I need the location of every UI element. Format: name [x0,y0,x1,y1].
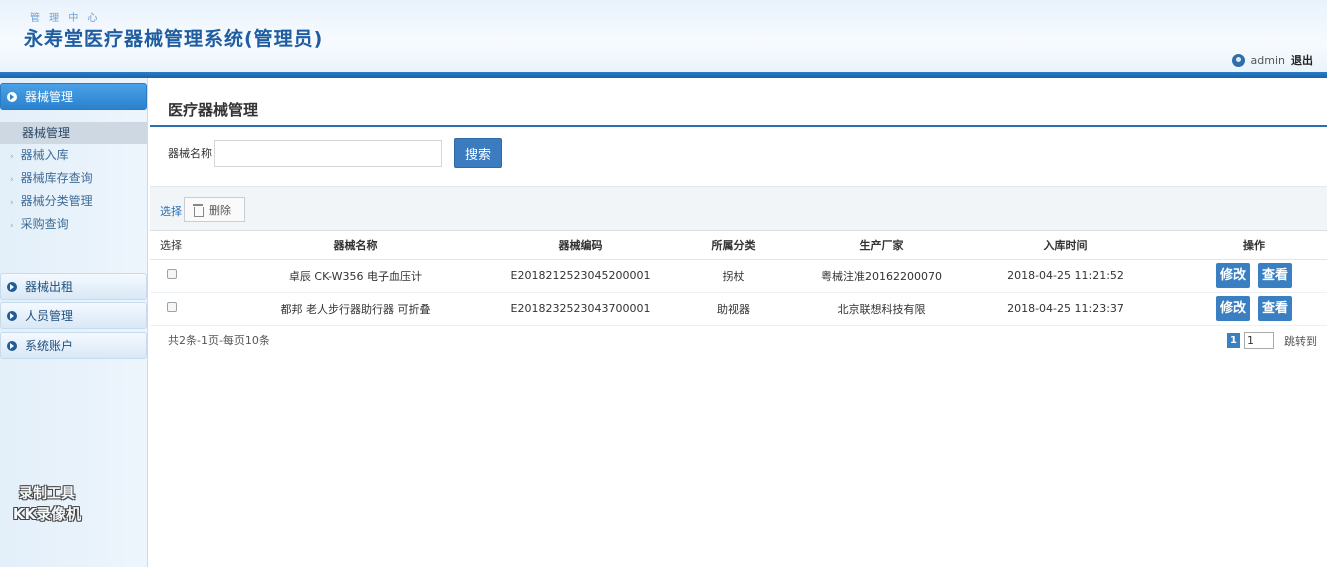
table-row: 都邦 老人步行器助行器 可折叠 E2018232523043700001 助视器… [150,292,1327,326]
sidebar-item-stock-in[interactable]: › 器械入库 [0,144,147,167]
app-title: 永寿堂医疗器械管理系统(管理员) [24,28,324,50]
page-jump-input[interactable]: 1 [1244,332,1274,349]
title-divider [150,125,1327,127]
bullet-icon: › [10,198,14,208]
sidebar-group-label: 人员管理 [25,309,74,323]
sidebar-group-label: 器械管理 [25,90,74,104]
select-link[interactable]: 选择 [160,203,182,219]
edit-button[interactable]: 修改 [1216,263,1250,288]
row-checkbox[interactable] [167,269,177,279]
cell-maker: 粤械注准20162200070 [813,259,950,293]
cell-code: E2018232523043700001 [507,292,654,326]
sidebar-group-label: 系统账户 [25,339,74,353]
sidebar-item-purchase-query[interactable]: › 采购查询 [0,213,147,236]
sidebar-group-equipment[interactable]: 器械管理 [0,83,147,110]
recorder-watermark: 录制工具 KK录像机 [2,484,92,524]
app-header: 管 理 中 心 永寿堂医疗器械管理系统(管理员) admin 退出 [0,0,1327,72]
cell-category: 拐杖 [654,259,813,293]
sidebar-submenu-head[interactable]: 器械管理 [0,122,147,144]
user-name: admin [1250,53,1285,67]
sidebar-item-label: 器械库存查询 [20,171,93,185]
view-button[interactable]: 查看 [1258,296,1292,321]
logout-link[interactable]: 退出 [1291,52,1313,68]
column-header-maker: 生产厂家 [813,232,950,260]
page-number-button[interactable]: 1 [1227,333,1240,348]
watermark-line: KK录像机 [12,505,82,523]
watermark-line: 录制工具 [19,486,75,502]
cell-name: 卓辰 CK-W356 电子血压计 [204,259,507,293]
table-row: 卓辰 CK-W356 电子血压计 E2018212523045200001 拐杖… [150,259,1327,293]
table-toolbar: 选择 删除 [150,186,1327,231]
search-row: 器械名称 搜索 [168,138,502,168]
page-jump-link[interactable]: 跳转到 [1284,333,1317,349]
column-header-actions: 操作 [1181,232,1327,260]
search-input[interactable] [214,139,442,167]
sidebar-group-rental[interactable]: 器械出租 [0,273,147,300]
main-content: 医疗器械管理 器械名称 搜索 选择 删除 选择 器械名称 器械编码 所属分类 生… [150,78,1327,567]
arrow-circle-icon [7,91,17,102]
cell-name: 都邦 老人步行器助行器 可折叠 [204,292,507,326]
sidebar-item-label: 器械分类管理 [20,194,93,208]
view-button[interactable]: 查看 [1258,263,1292,288]
search-label: 器械名称 [168,147,212,160]
cell-time: 2018-04-25 11:21:52 [950,259,1181,293]
arrow-circle-icon [7,310,17,321]
arrow-circle-icon [7,281,17,292]
sidebar-group-staff[interactable]: 人员管理 [0,302,147,329]
cell-time: 2018-04-25 11:23:37 [950,292,1181,326]
row-checkbox[interactable] [167,302,177,312]
cell-actions: 修改 查看 [1181,292,1327,326]
column-header-name: 器械名称 [204,232,507,260]
header-subtitle: 管 理 中 心 [30,13,101,24]
column-header-time: 入库时间 [950,232,1181,260]
cell-category: 助视器 [654,292,813,326]
user-icon [1231,53,1245,67]
sidebar-item-label: 采购查询 [20,217,69,231]
column-header-select: 选择 [150,232,204,260]
search-button[interactable]: 搜索 [454,138,502,168]
column-header-category: 所属分类 [654,232,813,260]
cell-maker: 北京联想科技有限 [813,292,950,326]
bullet-icon: › [10,221,14,231]
pagination-info: 共2条-1页-每页10条 [168,334,270,347]
user-area: admin 退出 [1231,52,1313,68]
page-title: 医疗器械管理 [168,101,259,119]
column-header-code: 器械编码 [507,232,654,260]
equipment-table: 选择 器械名称 器械编码 所属分类 生产厂家 入库时间 操作 卓辰 CK-W35… [150,232,1327,326]
sidebar-item-label: 器械入库 [20,148,69,162]
edit-button[interactable]: 修改 [1216,296,1250,321]
cell-code: E2018212523045200001 [507,259,654,293]
sidebar-group-accounts[interactable]: 系统账户 [0,332,147,359]
sidebar-item-category-management[interactable]: › 器械分类管理 [0,190,147,213]
delete-button[interactable]: 删除 [184,197,245,222]
table-header-row: 选择 器械名称 器械编码 所属分类 生产厂家 入库时间 操作 [150,232,1327,260]
sidebar-submenu: 器械管理 › 器械入库 › 器械库存查询 › 器械分类管理 › 采购查询 [0,122,147,236]
delete-button-label: 删除 [209,203,231,217]
sidebar-item-inventory-query[interactable]: › 器械库存查询 [0,167,147,190]
bullet-icon: › [10,152,14,162]
bullet-icon: › [10,175,14,185]
trash-icon [193,203,204,217]
sidebar-group-label: 器械出租 [25,280,74,294]
pagination: 1 1 跳转到 [1227,332,1317,349]
cell-actions: 修改 查看 [1181,259,1327,293]
arrow-circle-icon [7,340,17,351]
